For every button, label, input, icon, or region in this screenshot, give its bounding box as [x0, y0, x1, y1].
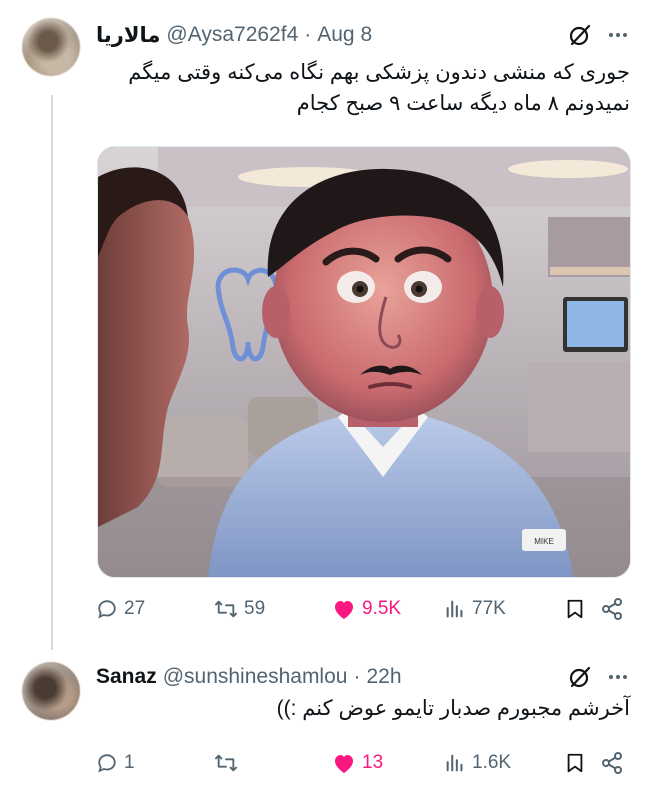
bookmark-button[interactable] — [564, 752, 600, 774]
thread-line — [51, 95, 53, 650]
bookmark-icon — [567, 599, 583, 619]
more-icon[interactable] — [606, 665, 630, 689]
display-name[interactable]: Sanaz — [96, 665, 157, 689]
bookmark-icon — [567, 753, 583, 773]
like-icon — [335, 755, 353, 773]
reply-icon — [98, 754, 116, 773]
views-icon — [446, 600, 463, 618]
views-count: 77K — [472, 598, 506, 619]
reply-count: 1 — [124, 752, 135, 773]
handle[interactable]: @Aysa7262f4 — [166, 23, 298, 47]
reply-text: آخرشم مجبورم صدبار تایمو عوض کنم :)) — [276, 697, 630, 720]
timestamp[interactable]: Aug 8 — [317, 23, 372, 47]
reply-button[interactable]: 27 — [96, 598, 214, 620]
views-icon — [446, 754, 463, 772]
like-count: 13 — [362, 752, 384, 773]
tweet-text-line: جوری که منشی دندون پزشکی بهم نگاه می‌کنه… — [128, 61, 630, 84]
tweet-actions: 27 59 9.5K 77K — [96, 594, 630, 624]
tweet-text-line: نمیدونم ۸ ماه دیگه ساعت ۹ صبح کجام — [296, 92, 630, 115]
grok-icon[interactable] — [568, 23, 592, 47]
reply-button[interactable]: 1 — [96, 752, 214, 774]
repost-button[interactable]: 59 — [214, 598, 332, 620]
separator: · — [304, 23, 312, 46]
reply-actions: 1 13 1.6K — [96, 748, 630, 778]
timestamp[interactable]: 22h — [366, 665, 401, 689]
bookmark-button[interactable] — [564, 598, 600, 620]
display-name[interactable]: مالاریا — [96, 23, 160, 48]
avatar[interactable] — [22, 662, 80, 720]
svg-text:MIKE: MIKE — [534, 537, 554, 546]
repost-icon — [215, 600, 237, 618]
like-count: 9.5K — [362, 598, 402, 619]
grok-icon[interactable] — [568, 665, 592, 689]
share-icon — [602, 598, 622, 620]
avatar[interactable] — [22, 18, 80, 76]
like-button[interactable]: 9.5K — [332, 598, 444, 620]
repost-icon — [215, 754, 237, 772]
dental-office-illustration: MIKE — [98, 147, 630, 577]
share-button[interactable] — [600, 597, 624, 621]
views-count: 1.6K — [472, 752, 512, 773]
tweet-header: مالاریا @Aysa7262f4 · Aug 8 — [96, 20, 630, 50]
reply-count: 27 — [124, 598, 146, 619]
like-button[interactable]: 13 — [332, 752, 444, 774]
views-button[interactable]: 1.6K — [444, 752, 564, 774]
reply-header: Sanaz @sunshineshamlou · 22h — [96, 662, 630, 692]
handle[interactable]: @sunshineshamlou — [163, 665, 348, 689]
share-button[interactable] — [600, 751, 624, 775]
repost-button[interactable] — [214, 752, 332, 774]
repost-count: 59 — [244, 598, 266, 619]
tweet-text: جوری که منشی دندون پزشکی بهم نگاه می‌کنه… — [96, 57, 630, 119]
reply-icon — [98, 600, 116, 619]
more-icon[interactable] — [606, 23, 630, 47]
share-icon — [602, 752, 622, 774]
views-button[interactable]: 77K — [444, 598, 564, 620]
tweet-image[interactable]: MIKE — [97, 146, 631, 578]
separator: · — [353, 665, 361, 688]
like-icon — [335, 601, 353, 619]
